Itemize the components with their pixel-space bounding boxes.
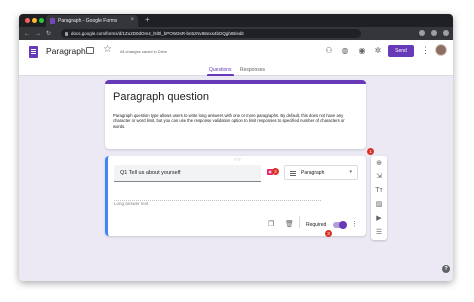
tab-responses[interactable]: Responses — [240, 67, 265, 73]
question-title-field[interactable]: Q1 Tell us about yourself — [114, 165, 261, 182]
answer-placeholder-text: Long answer text — [114, 201, 149, 206]
url-input[interactable]: docs.google.com/forms/d/1Zu2D0dOm4_l5l0l… — [61, 29, 361, 38]
browser-window: Paragraph - Google Forms × + ← → ↻ docs.… — [19, 14, 453, 281]
toggle-knob — [339, 221, 347, 229]
profile-icon[interactable] — [431, 30, 437, 36]
required-label: Required — [306, 222, 327, 228]
tab-questions[interactable]: Questions — [209, 67, 232, 73]
help-icon[interactable]: ? — [442, 265, 450, 273]
extension-icon[interactable] — [419, 30, 425, 36]
callout-badge-3: 3 — [325, 230, 332, 237]
star-icon[interactable]: ☆ — [103, 44, 112, 55]
delete-trash-icon[interactable]: 🗑 — [285, 221, 294, 229]
footer-divider — [299, 216, 300, 228]
callout-badge-1: 1 — [367, 148, 374, 155]
preview-eye-icon[interactable]: ◉ — [358, 47, 366, 55]
paragraph-lines-icon — [290, 171, 296, 172]
new-tab-button[interactable]: + — [145, 15, 150, 24]
folder-icon[interactable] — [86, 47, 94, 54]
customize-theme-icon[interactable]: ⚇ — [325, 47, 333, 55]
forward-arrow-icon[interactable]: → — [35, 31, 41, 37]
forms-favicon-icon — [50, 18, 55, 24]
browser-tab-bar: Paragraph - Google Forms × + — [19, 14, 453, 27]
address-bar: ← → ↻ docs.google.com/forms/d/1Zu2D0dOm4… — [19, 27, 453, 40]
back-arrow-icon[interactable]: ← — [24, 31, 30, 37]
header-title[interactable]: Paragraph question — [113, 91, 209, 103]
callout-badge-2: 2 — [272, 168, 279, 175]
forms-app-bar: Paragraph ☆ All changes saved in Drive ⚇… — [19, 40, 453, 64]
lock-icon — [65, 31, 68, 36]
tab-close-icon[interactable]: × — [130, 17, 134, 23]
minimize-window-button[interactable] — [32, 18, 37, 23]
tab-title: Paragraph - Google Forms — [58, 18, 118, 24]
browser-tab[interactable]: Paragraph - Google Forms × — [46, 15, 138, 27]
import-questions-icon[interactable]: ⇲ — [374, 172, 384, 181]
question-card[interactable]: ⠿⠿ Q1 Tell us about yourself ▣ Paragraph… — [105, 156, 366, 236]
active-tab-indicator — [207, 74, 234, 76]
header-description[interactable]: Paragraph question type allows users to … — [113, 113, 353, 129]
question-title: Q1 Tell us about yourself — [120, 170, 181, 176]
duplicate-icon[interactable]: ❐ — [268, 221, 275, 229]
question-more-icon[interactable]: ⋮ — [351, 220, 358, 228]
reload-icon[interactable]: ↻ — [46, 30, 51, 37]
saved-status: All changes saved in Drive — [120, 49, 168, 54]
drag-handle-icon[interactable]: ⠿⠿ — [234, 157, 242, 162]
form-tabs: Questions Responses — [19, 64, 453, 76]
forms-logo-icon[interactable] — [29, 46, 38, 58]
browser-menu-icon[interactable] — [443, 30, 449, 36]
send-button[interactable]: Send — [388, 45, 414, 57]
caret-down-icon: ▾ — [349, 169, 352, 175]
form-title[interactable]: Paragraph — [46, 46, 86, 56]
required-toggle[interactable] — [333, 221, 347, 229]
more-vert-icon[interactable]: ⋮ — [421, 45, 430, 56]
long-answer-placeholder: Long answer text — [114, 192, 321, 206]
close-window-button[interactable] — [25, 18, 30, 23]
palette-icon[interactable]: ◍ — [341, 47, 349, 55]
add-image-icon[interactable]: ▨ — [374, 200, 384, 209]
add-video-icon[interactable]: ▶ — [374, 214, 384, 223]
question-type-label: Paragraph — [301, 170, 325, 176]
floating-toolbar: ⊕ ⇲ Tт ▨ ▶ ☰ — [371, 156, 387, 240]
add-question-icon[interactable]: ⊕ — [374, 159, 384, 168]
browser-actions — [419, 30, 449, 36]
maximize-window-button[interactable] — [39, 18, 44, 23]
url-text: docs.google.com/forms/d/1Zu2D0dOm4_l5l0l… — [71, 31, 244, 36]
avatar[interactable] — [435, 44, 447, 56]
settings-gear-icon[interactable]: ✲ — [374, 47, 382, 55]
add-title-icon[interactable]: Tт — [374, 186, 384, 195]
add-section-icon[interactable]: ☰ — [374, 228, 384, 237]
question-type-dropdown[interactable]: Paragraph ▾ — [284, 165, 358, 180]
form-header-card[interactable]: Paragraph question Paragraph question ty… — [105, 80, 366, 149]
